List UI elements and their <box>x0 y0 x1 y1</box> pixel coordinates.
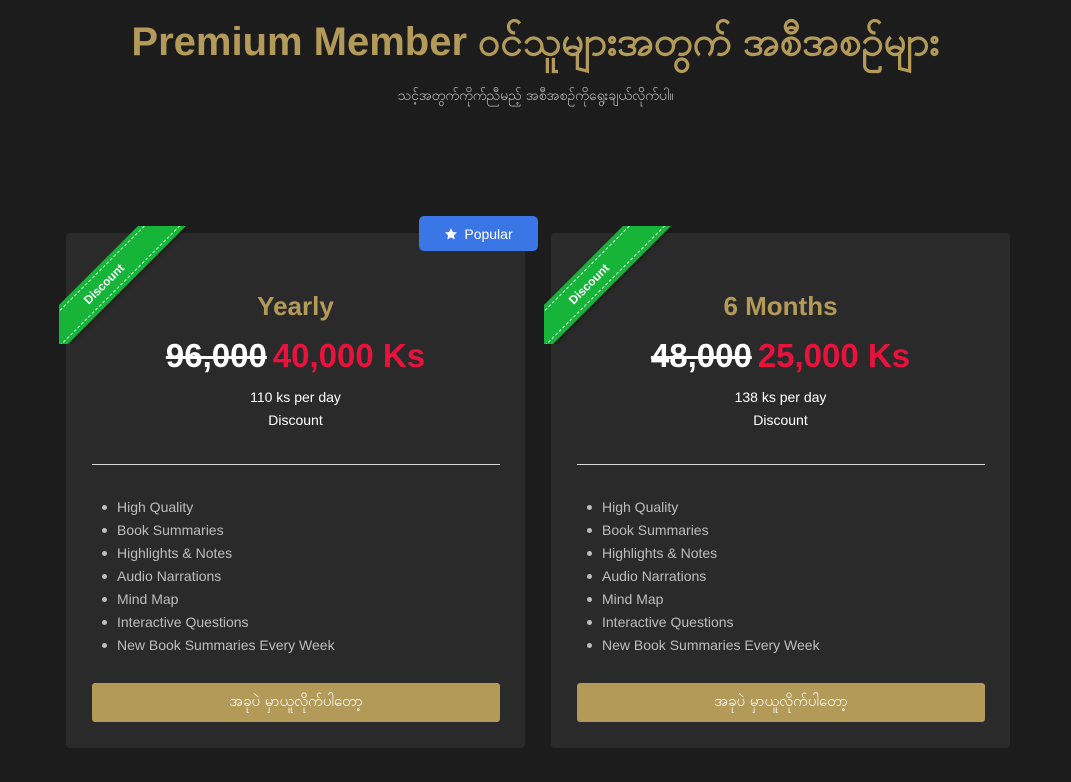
feature-item: High Quality <box>102 499 335 522</box>
star-icon <box>445 227 458 239</box>
pricing-page: Premium Member ဝင်သူများအတွက် အစီအစဉ်မျာ… <box>0 0 1071 782</box>
popular-badge-label: Popular <box>464 225 513 242</box>
ribbon-label: Discount <box>80 260 128 308</box>
feature-item: Mind Map <box>587 591 820 614</box>
feature-item: Highlights & Notes <box>587 545 820 568</box>
buy-now-button-6-months[interactable]: အခုပဲ မှာယူလိုက်ပါတော့ <box>577 683 985 722</box>
feature-item: New Book Summaries Every Week <box>102 637 335 660</box>
feature-item: Mind Map <box>102 591 335 614</box>
feature-item: Audio Narrations <box>102 568 335 591</box>
feature-item: New Book Summaries Every Week <box>587 637 820 660</box>
sale-price: 40,000 Ks <box>272 337 426 374</box>
sale-price: 25,000 Ks <box>757 337 911 374</box>
ribbon-label: Discount <box>565 260 613 308</box>
page-title: Premium Member ဝင်သူများအတွက် အစီအစဉ်မျာ… <box>131 20 940 64</box>
popular-badge: Popular <box>419 216 538 251</box>
plan-card-yearly: Discount Yearly 96,000 40,000 Ks 110 ks p… <box>59 226 525 748</box>
discount-label: Discount <box>753 412 808 428</box>
plan-card-6-months: Discount 6 Months 48,000 25,000 Ks 138 ks… <box>544 226 1010 748</box>
discount-ribbon: Discount <box>544 226 671 344</box>
feature-item: Book Summaries <box>102 522 335 545</box>
page-subtitle: သင့်အတွက်ကိုက်ညီမည့် အစီအစဉ်ကိုရွေးချယ်လ… <box>397 88 674 104</box>
price-per-day: 110 ks per day <box>250 389 341 405</box>
feature-item: Interactive Questions <box>587 614 820 637</box>
discount-label: Discount <box>268 412 323 428</box>
divider <box>577 464 985 465</box>
feature-item: Interactive Questions <box>102 614 335 637</box>
feature-item: Highlights & Notes <box>102 545 335 568</box>
feature-list: High Quality Book Summaries Highlights &… <box>587 499 820 660</box>
feature-item: High Quality <box>587 499 820 522</box>
discount-ribbon: Discount <box>59 226 186 344</box>
divider <box>92 464 500 465</box>
feature-item: Audio Narrations <box>587 568 820 591</box>
buy-now-button-yearly[interactable]: အခုပဲ မှာယူလိုက်ပါတော့ <box>92 683 500 722</box>
price-per-day: 138 ks per day <box>734 389 827 405</box>
feature-item: Book Summaries <box>587 522 820 545</box>
feature-list: High Quality Book Summaries Highlights &… <box>102 499 335 660</box>
